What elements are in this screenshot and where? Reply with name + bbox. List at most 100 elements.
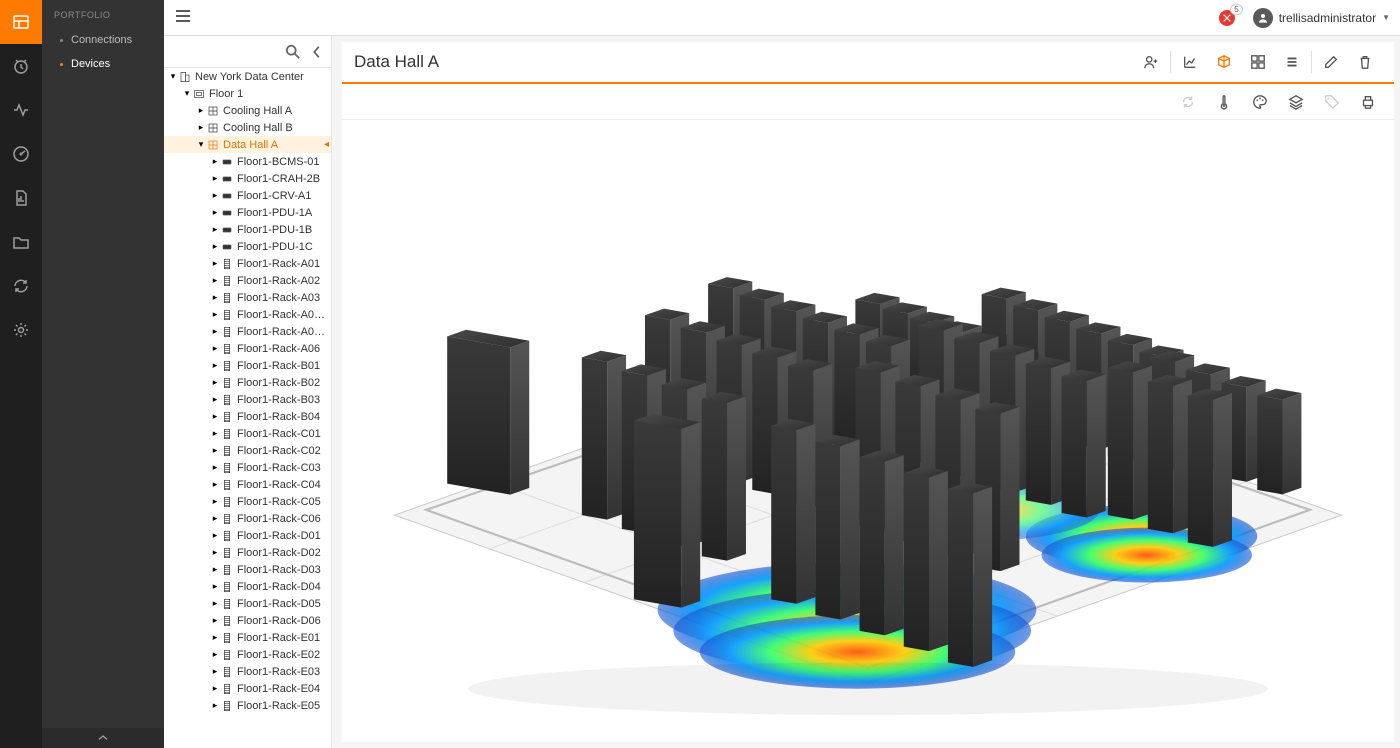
sync-icon[interactable] (0, 264, 42, 308)
avatar-icon (1253, 8, 1273, 28)
tree-node[interactable]: ▸Floor1-Rack-D05 (164, 595, 331, 612)
tree-node[interactable]: ▸Floor1-Rack-D04 (164, 578, 331, 595)
tree-node[interactable]: ▸Floor1-PDU-1A (164, 204, 331, 221)
device-icon (220, 207, 234, 219)
rack-icon (220, 462, 234, 474)
tree-node[interactable]: ▸Floor1-BCMS-01 (164, 153, 331, 170)
dashboard-icon[interactable] (0, 0, 42, 44)
tree-node-label: Floor1-Rack-B01 (237, 360, 320, 372)
tree-node[interactable]: ▸Floor1-Rack-A03 (164, 289, 331, 306)
device-icon (220, 190, 234, 202)
collapse-tree-button[interactable] (309, 44, 325, 60)
collapse-panel-button[interactable] (42, 728, 164, 748)
rack-icon (220, 292, 234, 304)
activity-icon[interactable] (0, 88, 42, 132)
layers-icon[interactable] (1280, 84, 1312, 120)
tree-node[interactable]: ▸Floor1-Rack-B04 (164, 408, 331, 425)
page-title: Data Hall A (354, 52, 439, 72)
tree-node-label: Floor1-PDU-1A (237, 207, 312, 219)
tree-node[interactable]: ▸Floor1-Rack-A01 (164, 255, 331, 272)
tree-node[interactable]: ▾Data Hall A (164, 136, 331, 153)
palette-icon[interactable] (1244, 84, 1276, 120)
rack-icon (220, 496, 234, 508)
tree-node-label: Floor1-Rack-D02 (237, 547, 321, 559)
print-icon[interactable] (1352, 84, 1384, 120)
portfolio-link-devices[interactable]: Devices (42, 52, 164, 76)
portfolio-link-connections[interactable]: Connections (42, 28, 164, 52)
edit-icon[interactable] (1314, 41, 1348, 83)
main-area: 5 trellisadministrator ▼ ▾New York Data … (164, 0, 1400, 748)
rack-icon (220, 581, 234, 593)
grid-icon[interactable] (1241, 41, 1275, 83)
tree-node[interactable]: ▸Floor1-Rack-A02 (164, 272, 331, 289)
tree-node[interactable]: ▸Floor1-Rack-B03 (164, 391, 331, 408)
gauge-icon[interactable] (0, 132, 42, 176)
device-tree[interactable]: ▾New York Data Center▾Floor 1▸Cooling Ha… (164, 68, 331, 748)
tree-node[interactable]: ▸Floor1-Rack-C01 (164, 425, 331, 442)
tree-node[interactable]: ▸Floor1-Rack-C06 (164, 510, 331, 527)
tree-node-label: New York Data Center (195, 71, 304, 83)
tree-node-label: Floor1-Rack-D06 (237, 615, 321, 627)
tree-node[interactable]: ▸Floor1-Rack-A05-IBM (164, 323, 331, 340)
tree-node[interactable]: ▸Floor1-Rack-C05 (164, 493, 331, 510)
tree-node[interactable]: ▸Floor1-Rack-B01 (164, 357, 331, 374)
notifications-button[interactable]: 5 (1219, 10, 1235, 26)
tree-node[interactable]: ▸Floor1-Rack-D03 (164, 561, 331, 578)
chart-icon[interactable] (1173, 41, 1207, 83)
add-user-icon[interactable] (1134, 41, 1168, 83)
rack-icon (220, 411, 234, 423)
device-icon (220, 241, 234, 253)
folder-icon[interactable] (0, 220, 42, 264)
tree-node-label: Floor1-Rack-C06 (237, 513, 321, 525)
tree-node[interactable]: ▾New York Data Center (164, 68, 331, 85)
portfolio-panel: PORTFOLIO ConnectionsDevices (42, 0, 164, 748)
tree-node[interactable]: ▸Floor1-PDU-1B (164, 221, 331, 238)
tree-node-label: Floor1-CRV-A1 (237, 190, 311, 202)
tree-node[interactable]: ▸Floor1-Rack-E03 (164, 663, 331, 680)
rack-icon (220, 615, 234, 627)
rack-icon (220, 445, 234, 457)
tree-node[interactable]: ▸Floor1-PDU-1C (164, 238, 331, 255)
report-icon[interactable] (0, 176, 42, 220)
user-menu[interactable]: trellisadministrator ▼ (1253, 8, 1390, 28)
tree-node[interactable]: ▸Floor1-Rack-D02 (164, 544, 331, 561)
rack-icon (220, 666, 234, 678)
tree-node[interactable]: ▸Floor1-CRAH-2B (164, 170, 331, 187)
tree-node[interactable]: ▸Floor1-Rack-A04-HP (164, 306, 331, 323)
menu-button[interactable] (174, 7, 192, 28)
tree-node[interactable]: ▸Floor1-Rack-E04 (164, 680, 331, 697)
tree-node[interactable]: ▸Floor1-Rack-C04 (164, 476, 331, 493)
username-label: trellisadministrator (1279, 11, 1376, 25)
tree-node[interactable]: ▸Floor1-Rack-D06 (164, 612, 331, 629)
tree-node[interactable]: ▾Floor 1 (164, 85, 331, 102)
3d-floor-view[interactable] (342, 120, 1394, 742)
tree-node-label: Floor1-Rack-E02 (237, 649, 320, 661)
cube-icon[interactable] (1207, 41, 1241, 83)
tree-node[interactable]: ▸Floor1-Rack-D01 (164, 527, 331, 544)
tag-icon (1316, 84, 1348, 120)
rack-icon (220, 564, 234, 576)
caret-down-icon: ▼ (1382, 13, 1390, 22)
settings-icon[interactable] (0, 308, 42, 352)
tree-node[interactable]: ▸Floor1-CRV-A1 (164, 187, 331, 204)
tree-node[interactable]: ▸Floor1-Rack-E02 (164, 646, 331, 663)
tree-node[interactable]: ▸Floor1-Rack-C02 (164, 442, 331, 459)
tree-node-label: Floor1-CRAH-2B (237, 173, 320, 185)
tree-node[interactable]: ▸Floor1-Rack-B02 (164, 374, 331, 391)
tree-node[interactable]: ▸Cooling Hall A (164, 102, 331, 119)
rack-icon (220, 377, 234, 389)
list-icon[interactable] (1275, 41, 1309, 83)
delete-icon[interactable] (1348, 41, 1382, 83)
tree-node-label: Floor1-Rack-A03 (237, 292, 320, 304)
tree-node-label: Floor1-PDU-1B (237, 224, 312, 236)
search-button[interactable] (285, 44, 301, 60)
tree-node[interactable]: ▸Cooling Hall B (164, 119, 331, 136)
tree-node[interactable]: ▸Floor1-Rack-E05 (164, 697, 331, 714)
tree-node[interactable]: ▸Floor1-Rack-E01 (164, 629, 331, 646)
tree-node[interactable]: ▸Floor1-Rack-A06 (164, 340, 331, 357)
tree-node[interactable]: ▸Floor1-Rack-C03 (164, 459, 331, 476)
tree-node-label: Floor1-Rack-E03 (237, 666, 320, 678)
tree-toolbar (164, 36, 331, 68)
thermometer-icon[interactable] (1208, 84, 1240, 120)
alarm-icon[interactable] (0, 44, 42, 88)
